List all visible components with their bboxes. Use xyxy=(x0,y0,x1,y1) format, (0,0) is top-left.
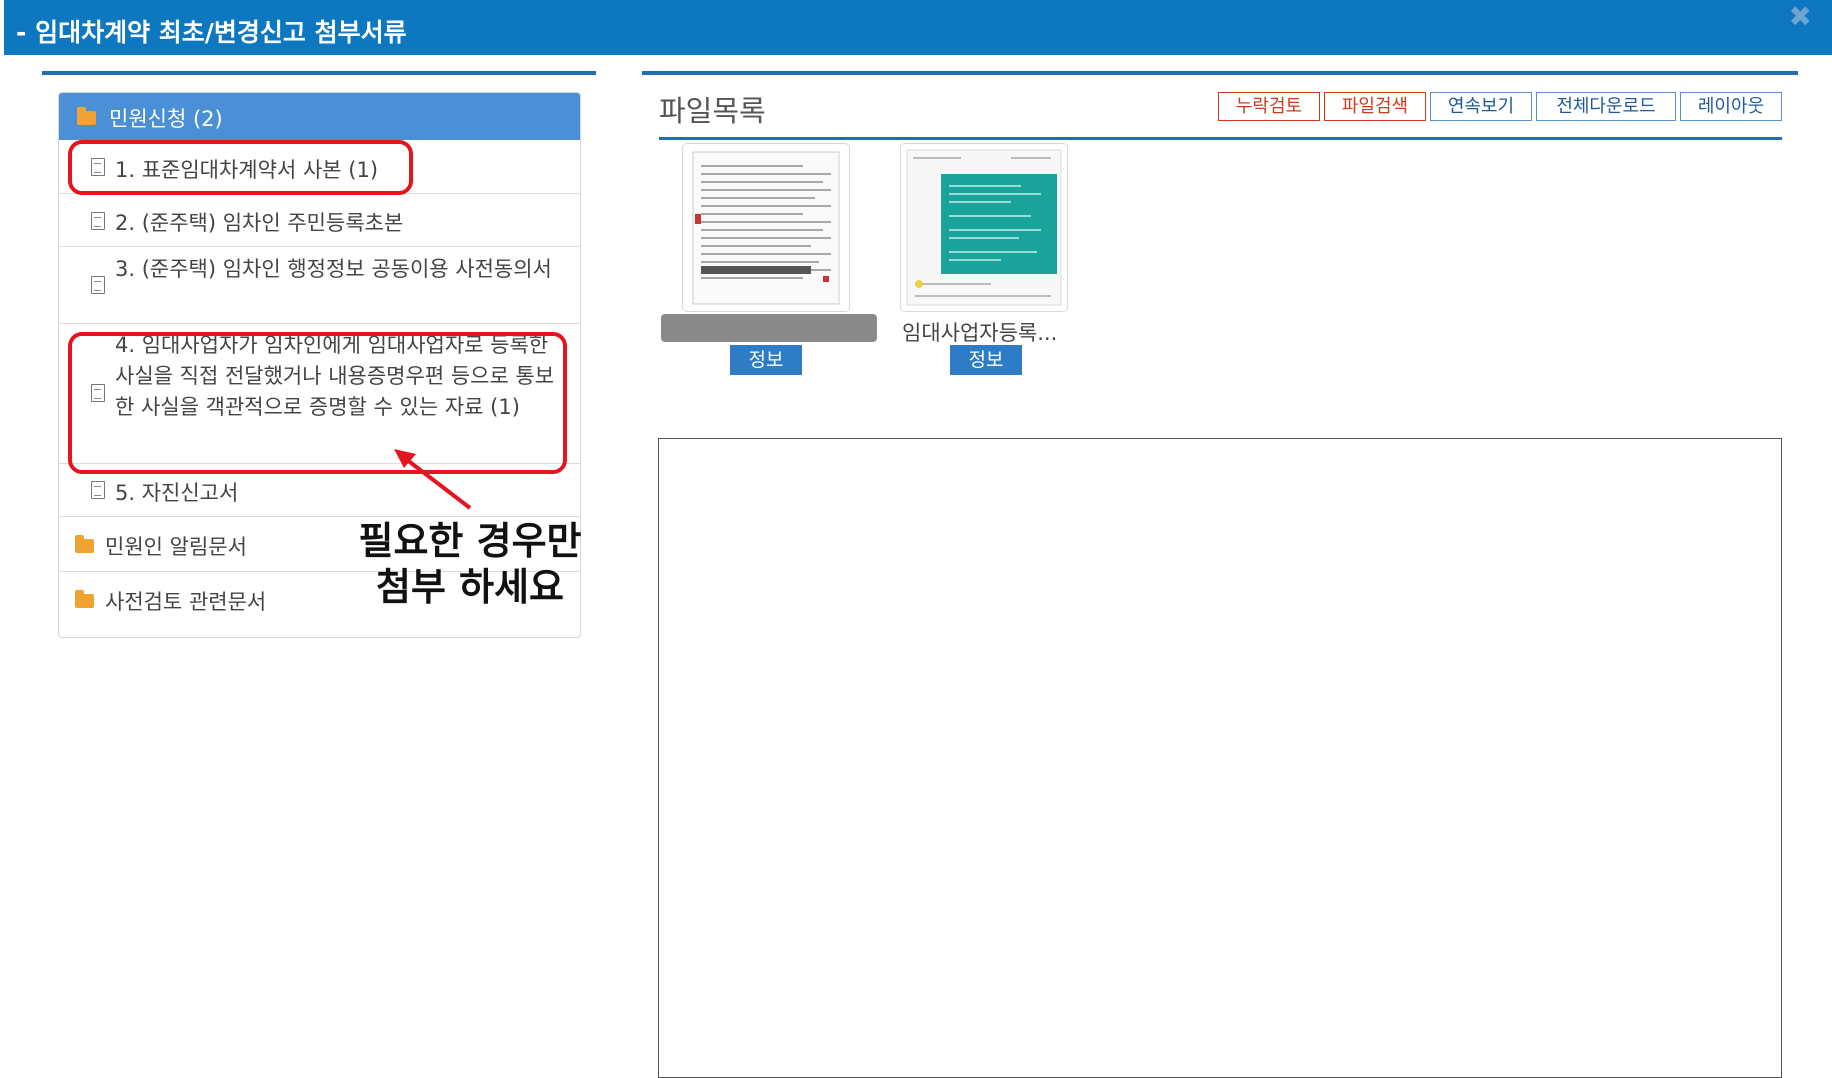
redacted-file-name xyxy=(661,314,877,342)
tree-folder-label: 민원신청 (2) xyxy=(109,107,223,131)
tree-item-label: 5. 자진신고서 xyxy=(115,481,239,505)
tree-folder-label: 민원인 알림문서 xyxy=(105,535,247,559)
close-icon[interactable]: ✖ xyxy=(1789,0,1812,33)
document-viewer[interactable] xyxy=(658,438,1782,1078)
file-thumbnail-1[interactable] xyxy=(682,143,850,312)
file-info-button-1[interactable]: 정보 xyxy=(730,345,802,375)
file-info-button-2[interactable]: 정보 xyxy=(950,345,1022,375)
tree-item-label: 3. (준주택) 임차인 행정정보 공동이용 사전동의서 xyxy=(115,257,552,281)
annotation-line-1: 필요한 경우만 xyxy=(358,519,582,563)
left-panel-topline xyxy=(42,71,596,75)
tree-item-3[interactable]: 3. (준주택) 임차인 행정정보 공동이용 사전동의서 xyxy=(59,247,580,324)
annotation-arrow xyxy=(394,449,472,510)
file-list-title: 파일목록 xyxy=(659,94,766,128)
annotation-text: 필요한 경우만 첨부 하세요 xyxy=(350,518,590,610)
document-icon xyxy=(91,276,105,294)
layout-button[interactable]: 레이아웃 xyxy=(1680,92,1782,121)
tree-item-2[interactable]: 2. (준주택) 임차인 주민등록초본 xyxy=(59,194,580,247)
tree-folder-label: 사전검토 관련문서 xyxy=(105,590,267,614)
continuous-view-button[interactable]: 연속보기 xyxy=(1430,92,1532,121)
tree-item-label: 2. (준주택) 임차인 주민등록초본 xyxy=(115,211,404,235)
folder-icon xyxy=(75,535,94,553)
right-panel-topline xyxy=(642,71,1798,75)
highlight-box-item-4 xyxy=(68,332,567,474)
download-all-button[interactable]: 전체다운로드 xyxy=(1536,92,1676,121)
document-icon xyxy=(91,212,105,230)
folder-icon xyxy=(77,107,96,125)
highlight-box-item-1 xyxy=(68,140,413,195)
file-name-2: 임대사업자등록... xyxy=(902,321,1058,345)
tree-folder-civil-application[interactable]: 민원신청 (2) xyxy=(59,93,580,140)
document-icon xyxy=(91,481,105,499)
file-list-underline xyxy=(659,137,1782,140)
file-thumbnail-2[interactable] xyxy=(900,143,1068,312)
window-titlebar: - 임대차계약 최초/변경신고 첨부서류 ✖ xyxy=(4,0,1832,55)
annotation-line-2: 첨부 하세요 xyxy=(375,565,565,609)
registration-thumbnail-image xyxy=(906,149,1062,306)
window-title: - 임대차계약 최초/변경신고 첨부서류 xyxy=(16,18,407,47)
document-thumbnail-image xyxy=(692,151,840,305)
missing-review-button[interactable]: 누락검토 xyxy=(1218,92,1320,121)
file-search-button[interactable]: 파일검색 xyxy=(1324,92,1426,121)
folder-icon xyxy=(75,590,94,608)
